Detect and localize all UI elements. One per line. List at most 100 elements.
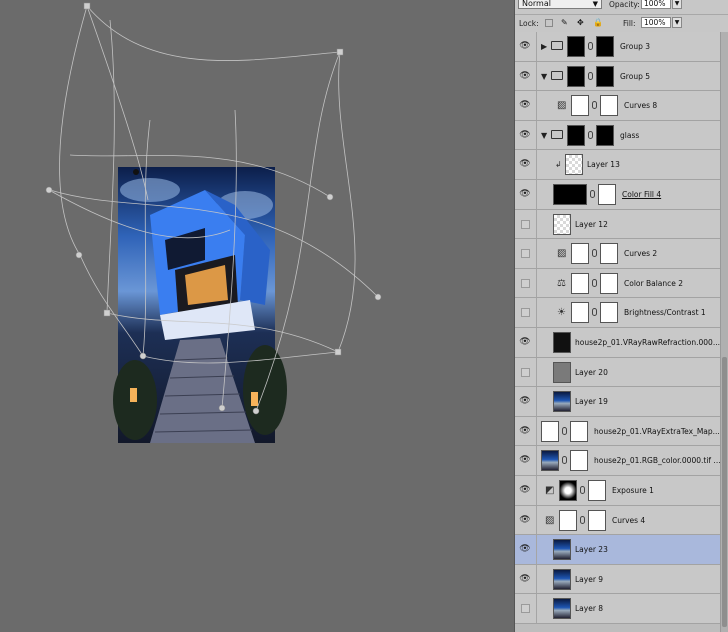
layer-thumbnail[interactable] <box>567 124 585 146</box>
layer-mask-thumbnail[interactable] <box>596 124 614 146</box>
link-chain-icon[interactable] <box>588 42 593 50</box>
layer-name[interactable]: Group 5 <box>620 71 650 82</box>
layer-name[interactable]: Layer 19 <box>575 396 608 407</box>
lock-transparent-icon[interactable] <box>545 19 553 27</box>
link-chain-icon[interactable] <box>580 485 585 494</box>
layer-thumbnail[interactable] <box>571 243 589 265</box>
document-canvas[interactable] <box>0 0 514 632</box>
layer-thumbnail[interactable] <box>571 95 589 117</box>
layer-mask-thumbnail[interactable] <box>596 36 614 57</box>
layer-row[interactable]: 👁 house2p_01.VRayRawRefraction.000... <box>515 327 721 358</box>
visibility-toggle[interactable] <box>521 249 530 259</box>
layer-name[interactable]: Curves 4 <box>612 515 645 526</box>
eye-icon[interactable]: 👁 <box>518 544 532 555</box>
warp-transform-grid[interactable] <box>0 0 514 632</box>
link-chain-icon[interactable] <box>592 101 597 110</box>
collapse-arrow-icon[interactable]: ▶ <box>541 42 547 51</box>
eye-icon[interactable]: 👁 <box>518 574 532 585</box>
visibility-toggle[interactable] <box>521 278 530 288</box>
layer-name[interactable]: Curves 2 <box>624 248 657 259</box>
opacity-input[interactable]: 100% <box>641 0 671 9</box>
layer-row[interactable]: Layer 12 <box>515 209 721 240</box>
layer-mask-thumbnail[interactable] <box>588 479 606 501</box>
layer-name[interactable]: Exposure 1 <box>612 485 654 496</box>
layer-thumbnail[interactable] <box>553 213 571 235</box>
eye-icon[interactable]: 👁 <box>518 41 532 52</box>
house-image[interactable] <box>113 167 287 443</box>
visibility-toggle[interactable] <box>521 367 530 377</box>
visibility-toggle[interactable] <box>521 604 530 614</box>
link-chain-icon[interactable] <box>590 189 595 198</box>
link-chain-icon[interactable] <box>588 130 593 139</box>
layer-name[interactable]: house2p_01.VRayRawRefraction.000... <box>575 337 720 348</box>
expand-arrow-icon[interactable]: ▼ <box>541 72 547 81</box>
link-chain-icon[interactable] <box>592 308 597 317</box>
layer-row[interactable]: 👁 ▶ Group 3 <box>515 32 721 62</box>
link-chain-icon[interactable] <box>592 249 597 258</box>
layer-thumbnail[interactable] <box>553 183 587 205</box>
link-chain-icon[interactable] <box>562 426 567 435</box>
layer-name[interactable]: Group 3 <box>620 41 650 52</box>
layer-row[interactable]: ⚖ Color Balance 2 <box>515 268 721 299</box>
layer-name[interactable]: Layer 12 <box>575 219 608 230</box>
link-chain-icon[interactable] <box>562 456 567 465</box>
layer-name[interactable]: Layer 8 <box>575 603 603 614</box>
layer-thumbnail[interactable] <box>571 302 589 324</box>
visibility-toggle[interactable] <box>521 308 530 318</box>
eye-icon[interactable]: 👁 <box>518 396 532 407</box>
layer-thumbnail[interactable] <box>553 598 571 620</box>
layer-thumbnail[interactable] <box>559 479 577 501</box>
eye-icon[interactable]: 👁 <box>518 337 532 348</box>
layer-name[interactable]: house2p_01.RGB_color.0000.tif ... <box>594 455 721 466</box>
eye-icon[interactable]: 👁 <box>518 426 532 437</box>
layer-name[interactable]: Curves 8 <box>624 100 657 111</box>
layer-row[interactable]: 👁 Layer 23 <box>515 535 721 565</box>
layer-thumbnail[interactable] <box>567 65 585 87</box>
eye-icon[interactable]: 👁 <box>518 455 532 466</box>
expand-arrow-icon[interactable]: ▼ <box>541 131 547 140</box>
layer-thumbnail[interactable] <box>567 36 585 57</box>
layer-mask-thumbnail[interactable] <box>570 420 588 442</box>
lock-move-icon[interactable]: ✥ <box>577 19 585 27</box>
layer-row[interactable]: 👁 Layer 9 <box>515 564 721 595</box>
eye-icon[interactable]: 👁 <box>518 159 532 170</box>
layer-row[interactable]: 👁 house2p_01.RGB_color.0000.tif ... <box>515 446 721 476</box>
visibility-toggle[interactable] <box>521 219 530 229</box>
blend-mode-select[interactable]: Normal ▼ <box>518 0 602 9</box>
layer-name[interactable]: Color Fill 4 <box>622 189 661 200</box>
link-chain-icon[interactable] <box>588 71 593 80</box>
eye-icon[interactable]: 👁 <box>518 515 532 526</box>
fill-dropdown-button[interactable]: ▼ <box>672 17 682 28</box>
layer-thumbnail[interactable] <box>553 391 571 413</box>
layer-mask-thumbnail[interactable] <box>600 243 618 265</box>
opacity-dropdown-button[interactable]: ▼ <box>672 0 682 9</box>
layer-thumbnail[interactable] <box>541 420 559 442</box>
layer-name[interactable]: house2p_01.VRayExtraTex_Map... <box>594 426 720 437</box>
layer-row[interactable]: 👁 Color Fill 4 <box>515 179 721 210</box>
eye-icon[interactable]: 👁 <box>518 130 532 141</box>
lock-brush-icon[interactable]: ✎ <box>561 19 569 27</box>
layer-row[interactable]: ▨ Curves 2 <box>515 239 721 269</box>
layer-mask-thumbnail[interactable] <box>598 183 616 205</box>
lock-all-icon[interactable]: 🔒 <box>593 19 603 27</box>
layer-row[interactable]: 👁 ◩ Exposure 1 <box>515 475 721 506</box>
eye-icon[interactable]: 👁 <box>518 100 532 111</box>
layer-mask-thumbnail[interactable] <box>600 95 618 117</box>
layer-name[interactable]: Layer 20 <box>575 367 608 378</box>
layer-thumbnail[interactable] <box>571 272 589 294</box>
eye-icon[interactable]: 👁 <box>518 71 532 82</box>
layer-row[interactable]: ☀ Brightness/Contrast 1 <box>515 298 721 328</box>
layer-row[interactable]: 👁 ▼ glass <box>515 120 721 151</box>
layer-thumbnail[interactable] <box>553 539 571 561</box>
scrollbar-thumb[interactable] <box>722 357 727 627</box>
layer-row[interactable]: Layer 8 <box>515 594 721 624</box>
layer-mask-thumbnail[interactable] <box>570 450 588 472</box>
link-chain-icon[interactable] <box>592 278 597 287</box>
layer-mask-thumbnail[interactable] <box>596 65 614 87</box>
layer-row[interactable]: 👁 Layer 19 <box>515 387 721 417</box>
layer-name[interactable]: Layer 13 <box>587 159 620 170</box>
layer-thumbnail[interactable] <box>553 568 571 590</box>
layer-thumbnail[interactable] <box>565 154 583 176</box>
layer-thumbnail[interactable] <box>541 450 559 472</box>
link-chain-icon[interactable] <box>580 515 585 524</box>
